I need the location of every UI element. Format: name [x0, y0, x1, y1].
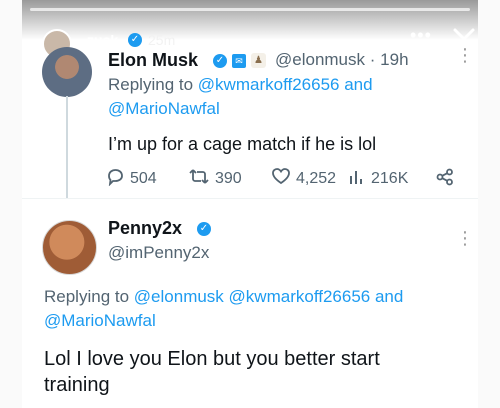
views-button[interactable]: 216K	[348, 167, 408, 191]
more-vertical-icon[interactable]: ⋮	[456, 229, 474, 247]
reply-author-name[interactable]: Penny2x	[108, 218, 182, 239]
like-button[interactable]: 4,252	[271, 167, 336, 191]
share-icon	[435, 167, 455, 192]
replying-to-line-2: @MarioNawfal	[108, 99, 220, 119]
elon-avatar[interactable]	[42, 47, 92, 97]
story-more-button[interactable]: •••	[410, 25, 432, 46]
reply-replying-line-2: @MarioNawfal	[44, 311, 156, 331]
square-badge-icon: ✉	[232, 54, 246, 68]
story-edge-right	[478, 0, 500, 408]
tweet-text: I’m up for a cage match if he is lol	[108, 134, 377, 154]
reply-icon	[106, 167, 125, 191]
mention-link[interactable]: @MarioNawfal	[44, 311, 156, 330]
heart-icon	[271, 167, 291, 191]
tweet-author-handle[interactable]: @elonmusk · 19h	[275, 50, 409, 70]
reply-author-handle[interactable]: @imPenny2x	[108, 243, 209, 263]
retweet-button[interactable]: 390	[188, 167, 242, 191]
share-button[interactable]	[435, 167, 455, 192]
story-progress-bar	[30, 8, 470, 11]
story-edge-left	[0, 0, 22, 408]
story-time: 25m	[148, 32, 176, 48]
handle-text[interactable]: @elonmusk	[275, 50, 365, 69]
thread-line	[66, 96, 68, 198]
more-vertical-icon[interactable]: ⋮	[456, 46, 474, 64]
reply-replying-line: Replying to @elonmusk @kwmarkoff26656 an…	[44, 287, 403, 307]
story-verified-icon: ✓	[128, 33, 142, 47]
retweet-icon	[188, 167, 210, 191]
mention-link[interactable]: @kwmarkoff26656	[198, 75, 340, 94]
mention-link[interactable]: @elonmusk	[134, 287, 224, 306]
reply-button[interactable]: 504	[106, 167, 157, 191]
verified-icon: ✓	[197, 222, 211, 236]
tweet-author-name[interactable]: Elon Musk	[108, 50, 198, 71]
mention-link[interactable]: @MarioNawfal	[108, 99, 220, 118]
story-username[interactable]: zuck	[87, 32, 118, 48]
verified-icon: ✓	[213, 54, 227, 68]
penny-avatar[interactable]	[42, 220, 97, 275]
tweet-time: 19h	[380, 50, 409, 69]
story-screenshot-frame: zuck ✓ 25m ••• Elon Musk ✓ ✉ ♟ @elonmusk…	[0, 0, 500, 408]
time-separator: ·	[369, 50, 376, 69]
replying-prefix: Replying to	[108, 75, 194, 94]
reply-text-line-2: training	[44, 374, 110, 396]
replying-and: and	[374, 287, 404, 306]
replying-to-line: Replying to @kwmarkoff26656 and	[108, 75, 373, 95]
retweet-count: 390	[215, 170, 242, 187]
person-badge-icon: ♟	[251, 53, 266, 68]
replying-and: and	[344, 75, 373, 94]
mention-link[interactable]: @kwmarkoff26656	[229, 287, 371, 306]
views-icon	[348, 167, 366, 191]
like-count: 4,252	[296, 170, 337, 187]
replying-prefix: Replying to	[44, 287, 130, 306]
reply-text-line-1: Lol I love you Elon but you better start	[44, 348, 380, 370]
reply-count: 504	[130, 170, 157, 187]
tweet-divider	[22, 198, 478, 199]
views-count: 216K	[371, 170, 409, 187]
